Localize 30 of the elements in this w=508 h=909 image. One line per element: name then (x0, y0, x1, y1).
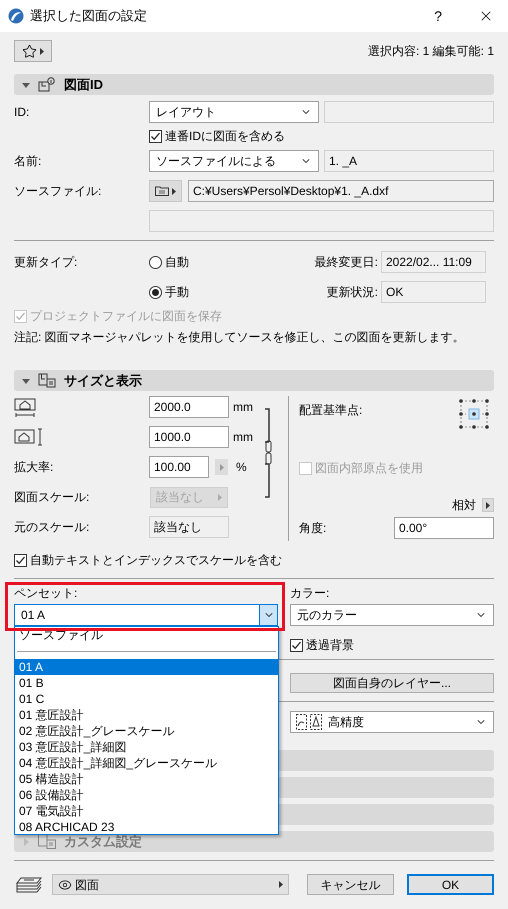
unit-label: mm (233, 399, 253, 416)
selection-info: 選択内容: 1 編集可能: 1 (368, 43, 494, 60)
field-label: 角度: (299, 520, 326, 537)
section-title: 図面ID (64, 76, 103, 94)
field-label: 拡大率: (14, 459, 54, 476)
field-label: ソースファイル: (14, 183, 102, 200)
checkbox-label: 図面内部原点を使用 (315, 460, 423, 477)
field-label: 更新タイプ: (14, 254, 78, 271)
section-title: カスタム設定 (64, 832, 142, 851)
section-title: サイズと表示 (64, 372, 142, 390)
field-label: 図面スケール: (14, 489, 90, 506)
field-label: ID: (14, 104, 30, 121)
window-title: 選択した図面の設定 (30, 7, 147, 26)
field-label: ペンセット: (14, 585, 78, 602)
radio-label: 手動 (165, 284, 189, 301)
unit-label: mm (233, 429, 253, 446)
checkbox-label: 自動テキストとインデックスでスケールを含む (30, 552, 282, 569)
radio-label: 自動 (165, 254, 189, 271)
anchor-label: 配置基準点: (299, 402, 362, 419)
checkbox-label: プロジェクトファイルに図面を保存 (30, 308, 222, 325)
field-label: 最終変更日: (314, 254, 378, 271)
field-label: 名前: (14, 153, 42, 170)
unit-label: % (236, 459, 247, 476)
field-label: カラー: (290, 585, 330, 602)
relative-label: 相対 (452, 497, 476, 514)
checkbox-label: 透過背景 (306, 637, 354, 654)
checkbox-label: 連番IDに図面を含める (165, 128, 285, 145)
note-text: 注記: 図面マネージャパレットを使用してソースを修正し、この図面を更新します。 (14, 329, 465, 346)
field-label: 更新状況: (326, 284, 378, 301)
field-label: 元のスケール: (14, 519, 90, 536)
